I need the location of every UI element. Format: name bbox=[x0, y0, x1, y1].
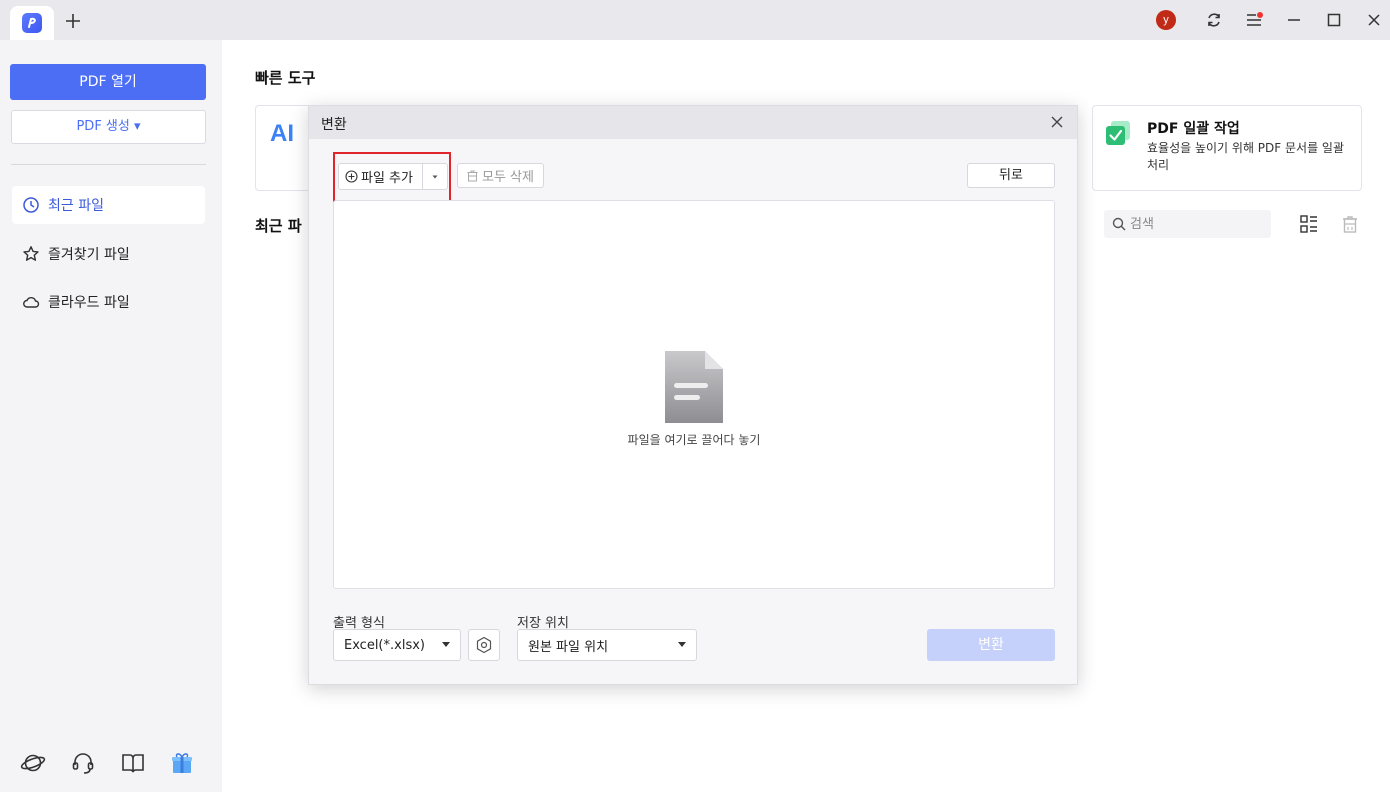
user-avatar[interactable]: y bbox=[1156, 10, 1176, 30]
save-location-select[interactable]: 원본 파일 위치 bbox=[517, 629, 697, 661]
trash-icon bbox=[467, 170, 478, 182]
app-logo-icon bbox=[22, 13, 42, 33]
title-bar: y bbox=[0, 0, 1390, 40]
dialog-header: 변환 bbox=[309, 106, 1077, 139]
sidebar-divider bbox=[11, 164, 206, 165]
close-icon[interactable] bbox=[1049, 114, 1065, 130]
batch-check-icon bbox=[1105, 120, 1131, 146]
output-format-select[interactable]: Excel(*.xlsx) bbox=[333, 629, 461, 661]
drop-hint-text: 파일을 여기로 끌어다 놓기 bbox=[627, 433, 761, 447]
sync-icon[interactable] bbox=[1204, 10, 1224, 30]
maximize-icon[interactable] bbox=[1324, 10, 1344, 30]
search-icon bbox=[1112, 217, 1126, 231]
document-icon bbox=[663, 349, 725, 425]
sidebar-item-label: 최근 파일 bbox=[48, 198, 104, 214]
gear-icon bbox=[476, 636, 492, 654]
delete-all-label: 모두 삭제 bbox=[482, 170, 534, 185]
cloud-icon bbox=[23, 297, 40, 308]
notification-dot bbox=[1257, 12, 1263, 18]
format-settings-button[interactable] bbox=[468, 629, 500, 661]
back-button[interactable]: 뒤로 bbox=[967, 163, 1055, 188]
sidebar-item-cloud[interactable]: 클라우드 파일 bbox=[12, 283, 205, 321]
ai-logo: AI bbox=[270, 120, 294, 147]
batch-card-title: PDF 일괄 작업 bbox=[1147, 121, 1240, 137]
minimize-icon[interactable] bbox=[1284, 10, 1304, 30]
search-input[interactable] bbox=[1130, 216, 1260, 232]
dialog-title: 변환 bbox=[321, 117, 347, 133]
create-pdf-dropdown[interactable]: PDF 생성 ▾ bbox=[11, 110, 206, 144]
file-drop-zone[interactable]: 파일을 여기로 끌어다 놓기 bbox=[333, 200, 1055, 589]
close-window-icon[interactable] bbox=[1364, 10, 1384, 30]
convert-button[interactable]: 변환 bbox=[927, 629, 1055, 661]
sidebar-item-label: 클라우드 파일 bbox=[48, 295, 130, 311]
sidebar: PDF 열기 PDF 생성 ▾ 최근 파일 즐겨찾기 파일 클라우드 파일 bbox=[0, 40, 222, 792]
grid-view-icon[interactable] bbox=[1299, 214, 1319, 234]
sidebar-item-favorites[interactable]: 즐겨찾기 파일 bbox=[12, 235, 205, 273]
open-pdf-button[interactable]: PDF 열기 bbox=[10, 64, 206, 100]
caret-down-icon bbox=[442, 642, 450, 647]
save-location-value: 원본 파일 위치 bbox=[528, 639, 609, 655]
convert-dialog: 변환 파일 추가 모두 삭제 뒤로 파일을 여기로 끌어다 놓기 출력 형식 E… bbox=[308, 105, 1078, 685]
batch-card-description: 효율성을 높이기 위해 PDF 문서를 일괄 처리 bbox=[1147, 141, 1345, 172]
recent-files-title: 최근 파 bbox=[255, 217, 302, 235]
search-box[interactable] bbox=[1104, 210, 1271, 238]
headset-icon[interactable] bbox=[70, 750, 96, 776]
delete-all-button[interactable]: 모두 삭제 bbox=[457, 163, 544, 188]
gift-icon[interactable] bbox=[169, 750, 195, 776]
planet-icon[interactable] bbox=[20, 750, 46, 776]
highlight-annotation bbox=[333, 152, 451, 202]
clock-icon bbox=[23, 197, 39, 213]
batch-tool-card[interactable]: PDF 일괄 작업 효율성을 높이기 위해 PDF 문서를 일괄 처리 bbox=[1092, 105, 1362, 191]
output-format-value: Excel(*.xlsx) bbox=[344, 637, 425, 653]
home-tab[interactable] bbox=[10, 6, 54, 40]
book-icon[interactable] bbox=[120, 750, 146, 776]
sidebar-item-label: 즐겨찾기 파일 bbox=[48, 247, 130, 263]
trash-icon[interactable] bbox=[1340, 214, 1360, 234]
star-icon bbox=[23, 246, 39, 261]
caret-down-icon bbox=[678, 642, 686, 647]
sidebar-item-recent[interactable]: 최근 파일 bbox=[12, 186, 205, 224]
new-tab-plus-icon[interactable] bbox=[62, 10, 84, 32]
quick-tools-title: 빠른 도구 bbox=[255, 69, 316, 87]
